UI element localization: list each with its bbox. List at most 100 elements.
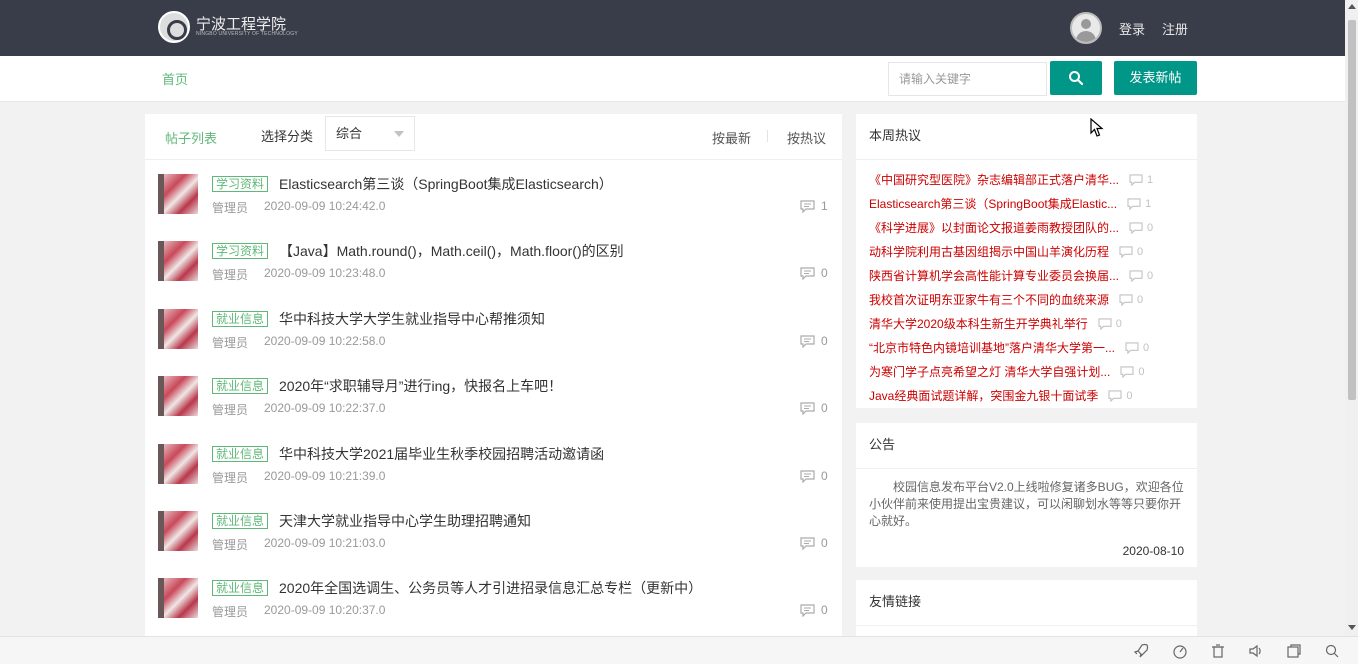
post-item[interactable]: 就业信息 华中科技大学2021届毕业生秋季校园招聘活动邀请函 管理员 2020-… bbox=[145, 444, 842, 511]
hot-topic-item[interactable]: Elasticsearch第三谈（SpringBoot集成Elastic... … bbox=[856, 192, 1197, 216]
post-comment-count: 1 bbox=[800, 199, 828, 213]
hot-topic-item[interactable]: 为寒门学子点亮希望之灯 清华大学自强计划... 0 bbox=[856, 360, 1197, 384]
post-author-avatar[interactable] bbox=[158, 241, 198, 281]
rocket-icon[interactable] bbox=[1133, 643, 1149, 659]
trash-icon[interactable] bbox=[1210, 643, 1226, 659]
sort-latest-link[interactable]: 按最新 bbox=[712, 128, 751, 147]
post-comment-count: 0 bbox=[800, 401, 828, 415]
hot-topic-link[interactable]: 《中国研究型医院》杂志编辑部正式落户清华... bbox=[869, 169, 1119, 191]
register-link[interactable]: 注册 bbox=[1162, 19, 1188, 38]
post-author-avatar[interactable] bbox=[158, 174, 198, 214]
hot-comment-count: 0 bbox=[1147, 270, 1154, 282]
post-item[interactable]: 学习资料 Elasticsearch第三谈（SpringBoot集成Elasti… bbox=[145, 174, 842, 241]
hot-topic-link[interactable]: 我校首次证明东亚家牛有三个不同的血统来源 bbox=[869, 289, 1109, 311]
bottom-toolbar bbox=[0, 636, 1358, 664]
hot-topic-link[interactable]: Elasticsearch第三谈（SpringBoot集成Elastic... bbox=[869, 193, 1117, 215]
hot-topic-item[interactable]: 《科学进展》以封面论文报道姜雨教授团队的... 0 bbox=[856, 216, 1197, 240]
post-comment-count: 0 bbox=[800, 536, 828, 550]
post-title-link[interactable]: 2020年全国选调生、公务员等人才引进招录信息汇总专栏（更新中） bbox=[279, 578, 702, 598]
hot-comment-count: 0 bbox=[1126, 390, 1133, 402]
comment-icon bbox=[1108, 390, 1122, 402]
login-link[interactable]: 登录 bbox=[1119, 19, 1145, 38]
post-title-link[interactable]: 2020年“求职辅导月”进行ing，快报名上车吧！ bbox=[279, 376, 562, 396]
post-title-link[interactable]: 华中科技大学大学生就业指导中心帮推须知 bbox=[279, 309, 545, 329]
hot-topic-comments: 0 bbox=[1120, 361, 1144, 383]
hot-topic-link[interactable]: 《科学进展》以封面论文报道姜雨教授团队的... bbox=[869, 217, 1119, 239]
comment-count-value: 0 bbox=[821, 469, 828, 483]
post-item[interactable]: 就业信息 天津大学就业指导中心学生助理招聘通知 管理员 2020-09-09 1… bbox=[145, 511, 842, 578]
site-logo[interactable]: 宁波工程学院 NINGBO UNIVERSITY OF TECHNOLOGY bbox=[158, 11, 298, 43]
hot-topic-item[interactable]: 《中国研究型医院》杂志编辑部正式落户清华... 1 bbox=[856, 168, 1197, 192]
hot-topic-comments: 0 bbox=[1119, 241, 1143, 263]
scrollbar-thumb[interactable] bbox=[1348, 20, 1356, 400]
tab-post-list[interactable]: 帖子列表 bbox=[165, 128, 217, 147]
hot-topic-link[interactable]: 动科学院利用古基因组揭示中国山羊演化历程 bbox=[869, 241, 1109, 263]
post-author-avatar[interactable] bbox=[158, 444, 198, 484]
search-button[interactable] bbox=[1050, 61, 1102, 95]
comment-icon bbox=[1127, 198, 1141, 210]
post-time: 2020-09-09 10:23:48.0 bbox=[264, 266, 386, 280]
sort-divider bbox=[767, 130, 768, 142]
comment-icon bbox=[800, 199, 815, 213]
post-author-avatar[interactable] bbox=[158, 578, 198, 618]
hot-topic-item[interactable]: 我校首次证明东亚家牛有三个不同的血统来源 0 bbox=[856, 288, 1197, 312]
post-category-tag: 就业信息 bbox=[212, 580, 269, 596]
post-title-link[interactable]: Elasticsearch第三谈（SpringBoot集成Elasticsear… bbox=[279, 174, 613, 194]
user-avatar-icon[interactable] bbox=[1070, 12, 1102, 44]
post-list-header: 帖子列表 选择分类 综合 按最新 按热议 bbox=[145, 114, 842, 160]
search-input[interactable] bbox=[888, 62, 1047, 96]
volume-icon[interactable] bbox=[1248, 643, 1264, 659]
post-title-link[interactable]: 华中科技大学2021届毕业生秋季校园招聘活动邀请函 bbox=[279, 444, 604, 464]
sort-hot-link[interactable]: 按热议 bbox=[787, 128, 826, 147]
vertical-scrollbar[interactable] bbox=[1345, 0, 1358, 664]
hot-topic-comments: 0 bbox=[1108, 385, 1132, 407]
scroll-down-arrow-icon[interactable] bbox=[1348, 625, 1356, 630]
post-item[interactable]: 就业信息 华中科技大学大学生就业指导中心帮推须知 管理员 2020-09-09 … bbox=[145, 309, 842, 376]
post-item[interactable]: 就业信息 2020年“求职辅导月”进行ing，快报名上车吧！ 管理员 2020-… bbox=[145, 376, 842, 443]
comment-icon bbox=[800, 266, 815, 280]
post-author: 管理员 bbox=[212, 336, 249, 350]
post-time: 2020-09-09 10:21:03.0 bbox=[264, 536, 386, 550]
hot-topic-link[interactable]: “北京市特色内镜培训基地”落户清华大学第一... bbox=[869, 337, 1115, 359]
post-author-avatar[interactable] bbox=[158, 511, 198, 551]
post-time: 2020-09-09 10:22:37.0 bbox=[264, 401, 386, 415]
hot-topic-item[interactable]: 陕西省计算机学会高性能计算专业委员会换届... 0 bbox=[856, 264, 1197, 288]
top-navbar: 宁波工程学院 NINGBO UNIVERSITY OF TECHNOLOGY 登… bbox=[0, 0, 1345, 56]
post-list-panel: 帖子列表 选择分类 综合 按最新 按热议 学习资料 Elasticsearch第… bbox=[145, 114, 842, 644]
logo-subtext: NINGBO UNIVERSITY OF TECHNOLOGY bbox=[196, 31, 298, 37]
hot-comment-count: 0 bbox=[1115, 318, 1122, 330]
post-title-link[interactable]: 天津大学就业指导中心学生助理招聘通知 bbox=[279, 511, 531, 531]
post-title-link[interactable]: 【Java】Math.round()，Math.ceil()，Math.floo… bbox=[279, 241, 624, 261]
post-author-avatar[interactable] bbox=[158, 376, 198, 416]
friend-links-card: 友情链接 bbox=[856, 580, 1197, 640]
notice-body: 校园信息发布平台V2.0上线啦修复诸多BUG，欢迎各位小伙伴前来使用提出宝贵建议… bbox=[869, 480, 1184, 528]
post-author-avatar[interactable] bbox=[158, 309, 198, 349]
window-icon[interactable] bbox=[1286, 643, 1302, 659]
hot-topic-comments: 1 bbox=[1129, 169, 1153, 191]
hot-topics-title: 本周热议 bbox=[856, 114, 1197, 160]
post-category-tag: 学习资料 bbox=[212, 176, 269, 192]
category-label: 选择分类 bbox=[261, 129, 314, 144]
hot-topic-item[interactable]: “北京市特色内镜培训基地”落户清华大学第一... 0 bbox=[856, 336, 1197, 360]
hot-topic-link[interactable]: 清华大学2020级本科生新生开学典礼举行 bbox=[869, 313, 1088, 335]
notice-title: 公告 bbox=[856, 423, 1197, 469]
hot-topic-item[interactable]: Java经典面试题详解，突围金九银十面试季 0 bbox=[856, 384, 1197, 408]
hot-topic-link[interactable]: 陕西省计算机学会高性能计算专业委员会换届... bbox=[869, 265, 1119, 287]
new-post-button[interactable]: 发表新帖 bbox=[1114, 61, 1197, 95]
comment-count-value: 0 bbox=[821, 334, 828, 348]
hot-topic-link[interactable]: 为寒门学子点亮希望之灯 清华大学自强计划... bbox=[869, 361, 1110, 383]
category-select[interactable]: 综合 bbox=[325, 116, 415, 151]
comment-count-value: 0 bbox=[821, 266, 828, 280]
hot-topic-comments: 0 bbox=[1125, 337, 1149, 359]
scroll-up-arrow-icon[interactable] bbox=[1348, 4, 1356, 9]
hot-topic-item[interactable]: 清华大学2020级本科生新生开学典礼举行 0 bbox=[856, 312, 1197, 336]
home-link[interactable]: 首页 bbox=[162, 69, 188, 88]
speed-icon[interactable] bbox=[1172, 643, 1188, 659]
post-item[interactable]: 学习资料 【Java】Math.round()，Math.ceil()，Math… bbox=[145, 241, 842, 308]
comment-icon bbox=[800, 536, 815, 550]
post-comment-count: 0 bbox=[800, 266, 828, 280]
zoom-icon[interactable] bbox=[1324, 643, 1340, 659]
hot-topic-item[interactable]: 动科学院利用古基因组揭示中国山羊演化历程 0 bbox=[856, 240, 1197, 264]
post-item[interactable]: 就业信息 2020年全国选调生、公务员等人才引进招录信息汇总专栏（更新中） 管理… bbox=[145, 578, 842, 644]
hot-topic-link[interactable]: Java经典面试题详解，突围金九银十面试季 bbox=[869, 385, 1098, 407]
